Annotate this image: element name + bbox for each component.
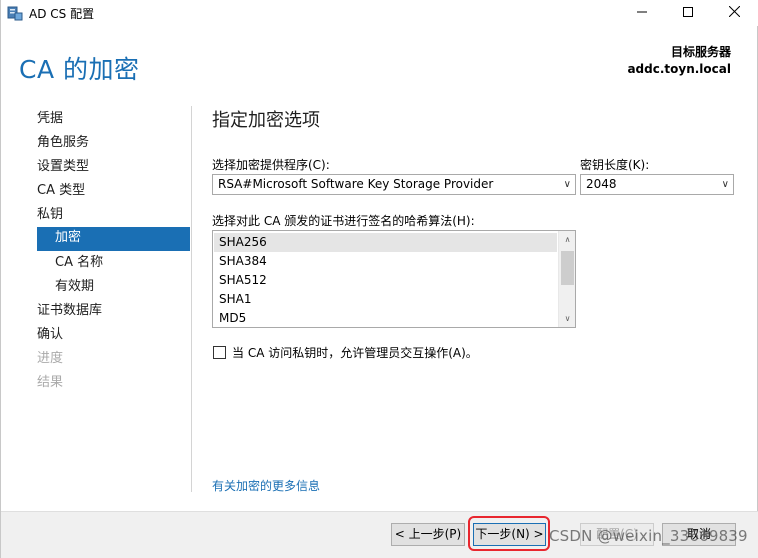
provider-select-value: RSA#Microsoft Software Key Storage Provi… xyxy=(218,177,494,191)
sidebar-divider xyxy=(191,106,192,492)
allow-interaction-checkbox[interactable] xyxy=(213,346,226,359)
scroll-up-icon[interactable]: ∧ xyxy=(559,231,575,248)
sidebar-item-ca-name[interactable]: CA 名称 xyxy=(55,252,187,276)
key-length-select[interactable]: 2048 ∨ xyxy=(580,174,734,195)
close-button[interactable] xyxy=(711,0,757,26)
section-title: 指定加密选项 xyxy=(212,110,320,131)
chevron-down-icon: ∨ xyxy=(721,179,729,190)
list-item-sha256[interactable]: SHA256 xyxy=(214,233,557,252)
sidebar-item-private-key[interactable]: 私钥 xyxy=(37,204,187,228)
next-button-highlight xyxy=(468,516,550,551)
maximize-icon xyxy=(683,6,693,20)
title-bar: AD CS 配置 xyxy=(1,0,758,26)
chevron-down-icon: ∨ xyxy=(563,179,571,190)
maximize-button[interactable] xyxy=(665,0,711,26)
scroll-down-icon[interactable]: ∨ xyxy=(559,310,575,327)
list-item-md5[interactable]: MD5 xyxy=(219,309,246,327)
more-info-link[interactable]: 有关加密的更多信息 xyxy=(212,477,320,494)
hash-algorithm-label: 选择对此 CA 颁发的证书进行签名的哈希算法(H): xyxy=(212,214,475,228)
destination-server-value: addc.toyn.local xyxy=(627,62,731,76)
close-icon xyxy=(728,5,740,20)
sidebar-item-certificate-database[interactable]: 证书数据库 xyxy=(37,300,187,324)
sidebar-item-validity-period[interactable]: 有效期 xyxy=(55,276,187,300)
provider-select[interactable]: RSA#Microsoft Software Key Storage Provi… xyxy=(212,174,576,195)
sidebar-item-cryptography[interactable]: 加密 xyxy=(37,227,190,251)
watermark: CSDN @weixin_33669839 xyxy=(549,527,748,545)
sidebar-item-confirmation[interactable]: 确认 xyxy=(37,324,187,348)
list-item-sha512[interactable]: SHA512 xyxy=(219,271,267,290)
allow-interaction-label[interactable]: 当 CA 访问私钥时，允许管理员交互操作(A)。 xyxy=(232,344,478,361)
server-manager-icon xyxy=(7,5,23,21)
ad-cs-config-window: AD CS 配置 CA 的加密 目标服务器 addc.toyn.local 凭据… xyxy=(0,0,758,558)
list-item-sha384[interactable]: SHA384 xyxy=(219,252,267,271)
minimize-button[interactable] xyxy=(619,0,665,26)
sidebar-item-setup-type[interactable]: 设置类型 xyxy=(37,156,187,180)
destination-server-label: 目标服务器 xyxy=(670,45,731,59)
window-title: AD CS 配置 xyxy=(29,7,95,21)
provider-label: 选择加密提供程序(C): xyxy=(212,158,330,172)
scrollbar-thumb[interactable] xyxy=(561,251,574,285)
list-scrollbar[interactable]: ∧ ∨ xyxy=(558,231,575,327)
minimize-icon xyxy=(637,6,647,20)
sidebar-item-credentials[interactable]: 凭据 xyxy=(37,108,187,132)
list-item-sha1[interactable]: SHA1 xyxy=(219,290,251,309)
hash-algorithm-list[interactable]: SHA256 SHA384 SHA512 SHA1 MD5 ∧ ∨ xyxy=(212,230,576,328)
back-button[interactable]: < 上一步(P) xyxy=(391,523,465,546)
sidebar-item-role-services[interactable]: 角色服务 xyxy=(37,132,187,156)
page-title: CA 的加密 xyxy=(19,55,140,84)
sidebar-item-progress: 进度 xyxy=(37,351,64,366)
key-length-select-value: 2048 xyxy=(586,177,617,191)
sidebar-item-ca-type[interactable]: CA 类型 xyxy=(37,180,187,204)
sidebar-item-results: 结果 xyxy=(37,375,64,390)
key-length-label: 密钥长度(K): xyxy=(580,158,650,172)
